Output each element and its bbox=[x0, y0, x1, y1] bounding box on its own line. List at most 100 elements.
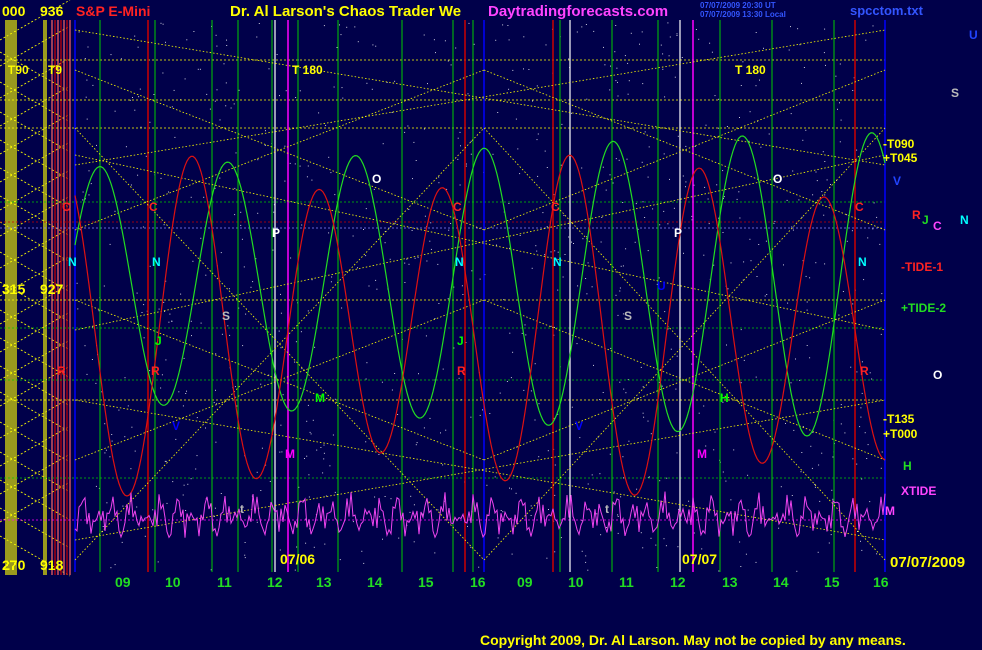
star-dot bbox=[423, 427, 425, 429]
star-dot bbox=[433, 39, 435, 41]
star-dot bbox=[698, 38, 700, 40]
star-dot bbox=[713, 264, 715, 266]
star-dot bbox=[636, 488, 638, 490]
star-dot bbox=[740, 566, 742, 567]
star-dot bbox=[711, 51, 713, 53]
star-dot bbox=[264, 144, 266, 146]
star-dot bbox=[366, 82, 368, 84]
t180-label-2: T 180 bbox=[735, 63, 766, 77]
star-dot bbox=[669, 178, 670, 180]
star-dot bbox=[640, 366, 642, 368]
star-dot bbox=[471, 270, 473, 272]
star-dot bbox=[718, 127, 720, 129]
star-dot bbox=[447, 60, 449, 62]
star-dot bbox=[617, 532, 619, 534]
star-dot bbox=[508, 203, 510, 204]
chaos-trader-chart: C C C C CN N N N NR R R RO OP PS SMM MHV VUJ Jt t 000 936 … bbox=[0, 0, 982, 650]
star-dot bbox=[876, 216, 878, 218]
star-dot bbox=[76, 282, 78, 284]
star-dot bbox=[616, 67, 618, 69]
star-dot bbox=[573, 243, 574, 244]
star-dot bbox=[550, 325, 552, 327]
star-dot bbox=[764, 295, 766, 297]
hour-label: 09 bbox=[517, 574, 533, 590]
star-dot bbox=[812, 194, 814, 196]
star-dot bbox=[205, 274, 207, 276]
star-dot bbox=[815, 171, 817, 173]
star-dot bbox=[104, 452, 106, 454]
star-dot bbox=[171, 106, 173, 108]
star-dot bbox=[280, 424, 282, 426]
star-dot bbox=[528, 69, 530, 70]
price-top: 936 bbox=[40, 3, 64, 19]
star-dot bbox=[641, 161, 643, 163]
star-dot bbox=[88, 194, 90, 196]
star-dot bbox=[323, 452, 325, 454]
star-dot bbox=[599, 399, 601, 401]
star-dot bbox=[861, 478, 863, 480]
star-dot bbox=[740, 85, 742, 86]
planet-label: S bbox=[624, 309, 632, 323]
star-dot bbox=[797, 28, 799, 30]
star-dot bbox=[334, 491, 336, 493]
star-dot bbox=[626, 158, 628, 160]
star-dot bbox=[279, 451, 281, 453]
star-dot bbox=[235, 152, 237, 154]
star-dot bbox=[308, 474, 310, 476]
star-dot bbox=[718, 570, 720, 572]
star-dot bbox=[803, 67, 805, 68]
star-dot bbox=[394, 222, 396, 224]
star-dot bbox=[691, 215, 693, 217]
star-dot bbox=[390, 498, 392, 500]
star-dot bbox=[880, 467, 882, 469]
star-dot bbox=[426, 260, 428, 262]
star-dot bbox=[667, 22, 669, 24]
star-dot bbox=[826, 179, 828, 181]
star-dot bbox=[442, 368, 444, 370]
planet-label: C bbox=[855, 200, 864, 214]
star-dot bbox=[603, 46, 604, 48]
star-dot bbox=[554, 464, 556, 466]
instrument-label: S&P E-Mini bbox=[76, 3, 150, 19]
star-dot bbox=[839, 63, 841, 65]
star-dot bbox=[280, 312, 282, 314]
star-dot bbox=[619, 287, 621, 289]
star-dot bbox=[823, 52, 825, 54]
star-dot bbox=[296, 546, 298, 548]
star-dot bbox=[136, 506, 138, 508]
right-label-m: M bbox=[885, 504, 895, 518]
star-dot bbox=[627, 93, 629, 95]
star-dot bbox=[265, 130, 266, 132]
star-dot bbox=[532, 100, 533, 102]
star-dot bbox=[138, 96, 140, 98]
star-dot bbox=[186, 390, 187, 392]
star-dot bbox=[536, 85, 538, 87]
star-dot bbox=[641, 31, 643, 33]
star-dot bbox=[747, 474, 749, 476]
star-dot bbox=[666, 477, 668, 479]
star-dot bbox=[294, 569, 296, 571]
star-dot bbox=[440, 432, 441, 434]
star-dot bbox=[648, 146, 650, 148]
tide-1-label: -TIDE-1 bbox=[901, 260, 943, 274]
star-dot bbox=[141, 312, 143, 313]
star-dot bbox=[659, 224, 661, 226]
star-dot bbox=[492, 153, 494, 155]
star-dot bbox=[704, 186, 706, 188]
planet-label: N bbox=[152, 255, 161, 269]
star-dot bbox=[215, 441, 217, 443]
star-dot bbox=[230, 107, 232, 109]
star-dot bbox=[691, 363, 693, 365]
star-dot bbox=[811, 467, 813, 469]
star-dot bbox=[341, 307, 343, 309]
star-dot bbox=[90, 183, 92, 185]
star-dot bbox=[216, 45, 218, 47]
star-dot bbox=[269, 481, 271, 482]
star-dot bbox=[824, 28, 826, 30]
star-dot bbox=[163, 301, 165, 303]
right-label-s: S bbox=[951, 86, 959, 100]
star-dot bbox=[521, 332, 523, 334]
star-dot bbox=[382, 538, 383, 540]
star-dot bbox=[560, 537, 562, 539]
star-dot bbox=[105, 449, 107, 451]
